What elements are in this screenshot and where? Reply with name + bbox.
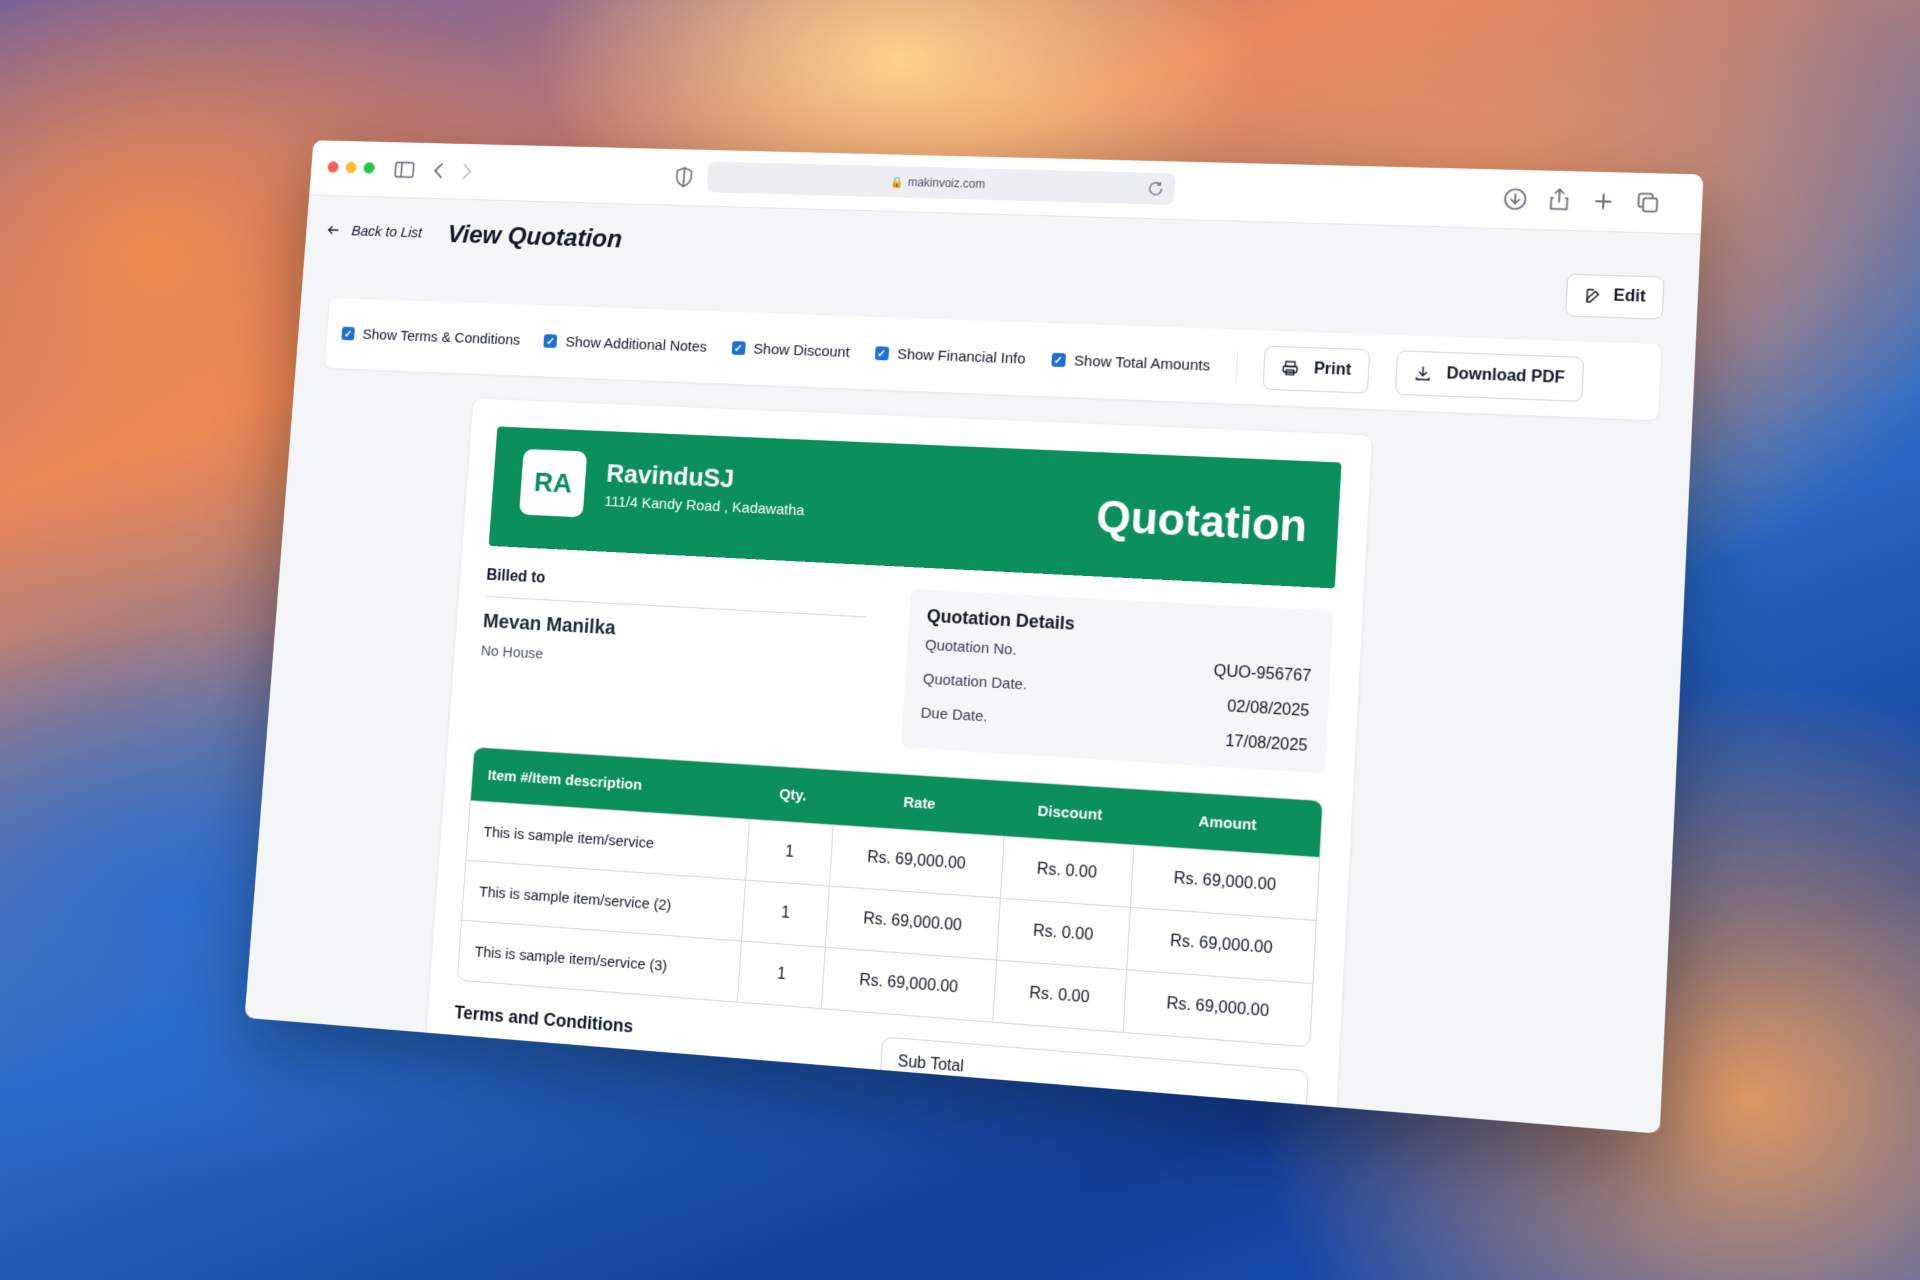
item-amount: Rs. 69,000.00: [1122, 969, 1313, 1047]
app-content: Back to List View Quotation Edit ✓ Show T…: [245, 195, 1701, 1134]
new-tab-icon[interactable]: [1589, 188, 1618, 215]
option-show-financial[interactable]: ✓ Show Financial Info: [874, 345, 1026, 367]
column-header: Qty.: [749, 765, 837, 825]
option-show-notes[interactable]: ✓ Show Additional Notes: [543, 333, 708, 356]
arrow-left-icon: [326, 222, 342, 237]
browser-window: 🔒 makinvoiz.com Back to List View Quotat…: [244, 140, 1704, 1134]
checkbox-checked-icon[interactable]: ✓: [874, 346, 889, 361]
download-pdf-button[interactable]: Download PDF: [1394, 350, 1584, 402]
company-logo: RA: [518, 448, 588, 518]
address-bar[interactable]: 🔒 makinvoiz.com: [706, 161, 1176, 205]
maximize-window-button[interactable]: [363, 162, 376, 174]
share-icon[interactable]: [1545, 187, 1574, 214]
totals-panel: Sub Total Rs.207,000.00: [876, 1036, 1309, 1134]
edit-icon: [1583, 286, 1603, 305]
item-qty: 1: [737, 940, 826, 1009]
window-controls: [327, 161, 376, 174]
terms-section: Terms and Conditions 1. Payment due with…: [448, 1002, 784, 1119]
document-title: Quotation: [1095, 492, 1309, 552]
detail-label: Quotation Date.: [922, 670, 1028, 694]
print-button[interactable]: Print: [1262, 345, 1370, 394]
checkbox-checked-icon[interactable]: ✓: [543, 334, 558, 349]
detail-label: Quotation No.: [924, 636, 1018, 659]
column-header: Discount: [1003, 781, 1137, 845]
item-qty: 1: [741, 879, 830, 947]
item-discount: Rs. 0.00: [995, 897, 1130, 970]
download-icon: [1413, 364, 1433, 383]
option-label: Show Discount: [752, 340, 851, 361]
minimize-window-button[interactable]: [345, 161, 357, 174]
company-name: RavinduSJ: [605, 458, 735, 494]
terms-title: Terms and Conditions: [453, 1002, 634, 1037]
option-label: Show Terms & Conditions: [362, 326, 521, 349]
detail-value: 02/08/2025: [1226, 698, 1310, 721]
option-label: Show Financial Info: [896, 345, 1027, 368]
option-show-discount[interactable]: ✓ Show Discount: [731, 340, 851, 361]
printer-icon: [1281, 359, 1300, 378]
edit-label: Edit: [1613, 287, 1646, 306]
toolbar-divider: [1235, 349, 1239, 384]
company-address: 111/4 Kandy Road , Kadawatha: [603, 493, 805, 520]
info-section: Billed to Mevan Manilka No House Quotati…: [476, 567, 1334, 774]
checkbox-checked-icon[interactable]: ✓: [1050, 352, 1066, 368]
url-text: makinvoiz.com: [907, 175, 986, 191]
option-show-terms[interactable]: ✓ Show Terms & Conditions: [341, 325, 521, 349]
page-title: View Quotation: [446, 218, 624, 253]
option-label: Show Total Amounts: [1073, 352, 1211, 375]
back-arrow-icon[interactable]: [426, 158, 452, 183]
back-to-list-link[interactable]: Back to List: [326, 222, 423, 241]
detail-label: Due Date.: [920, 704, 989, 726]
privacy-shield-icon[interactable]: [671, 164, 697, 190]
tab-overview-icon[interactable]: [1633, 189, 1662, 216]
reload-icon[interactable]: [1146, 180, 1165, 198]
quotation-header-banner: RA RavinduSJ 111/4 Kandy Road , Kadawath…: [488, 426, 1342, 589]
subtotal-label: Sub Total: [897, 1052, 965, 1076]
item-qty: 1: [745, 818, 834, 886]
forward-arrow-icon[interactable]: [454, 159, 480, 184]
items-table: Item #/Item description Qty. Rate Discou…: [456, 746, 1324, 1048]
lock-icon: 🔒: [890, 176, 905, 189]
item-discount: Rs. 0.00: [991, 959, 1127, 1032]
item-discount: Rs. 0.00: [999, 835, 1134, 907]
back-to-list-label: Back to List: [350, 222, 423, 241]
download-pdf-label: Download PDF: [1446, 365, 1566, 387]
download-icon[interactable]: [1501, 186, 1529, 213]
sidebar-toggle-icon[interactable]: [392, 157, 418, 182]
detail-value: QUO-956767: [1213, 662, 1312, 686]
option-show-totals[interactable]: ✓ Show Total Amounts: [1050, 351, 1211, 375]
print-label: Print: [1313, 360, 1352, 379]
option-label: Show Additional Notes: [565, 333, 708, 356]
edit-button[interactable]: Edit: [1564, 273, 1665, 320]
checkbox-checked-icon[interactable]: ✓: [731, 341, 746, 356]
item-rate: Rs. 69,000.00: [821, 946, 996, 1022]
close-window-button[interactable]: [327, 161, 339, 173]
billed-to-section: Billed to Mevan Manilka No House: [476, 567, 868, 745]
checkbox-checked-icon[interactable]: ✓: [341, 326, 356, 341]
quotation-document: RA RavinduSJ 111/4 Kandy Road , Kadawath…: [422, 398, 1372, 1134]
quotation-details-panel: Quotation Details Quotation No. QUO-95676…: [900, 588, 1334, 774]
billed-to-label: Billed to: [484, 567, 868, 618]
detail-value: 17/08/2025: [1224, 732, 1309, 756]
